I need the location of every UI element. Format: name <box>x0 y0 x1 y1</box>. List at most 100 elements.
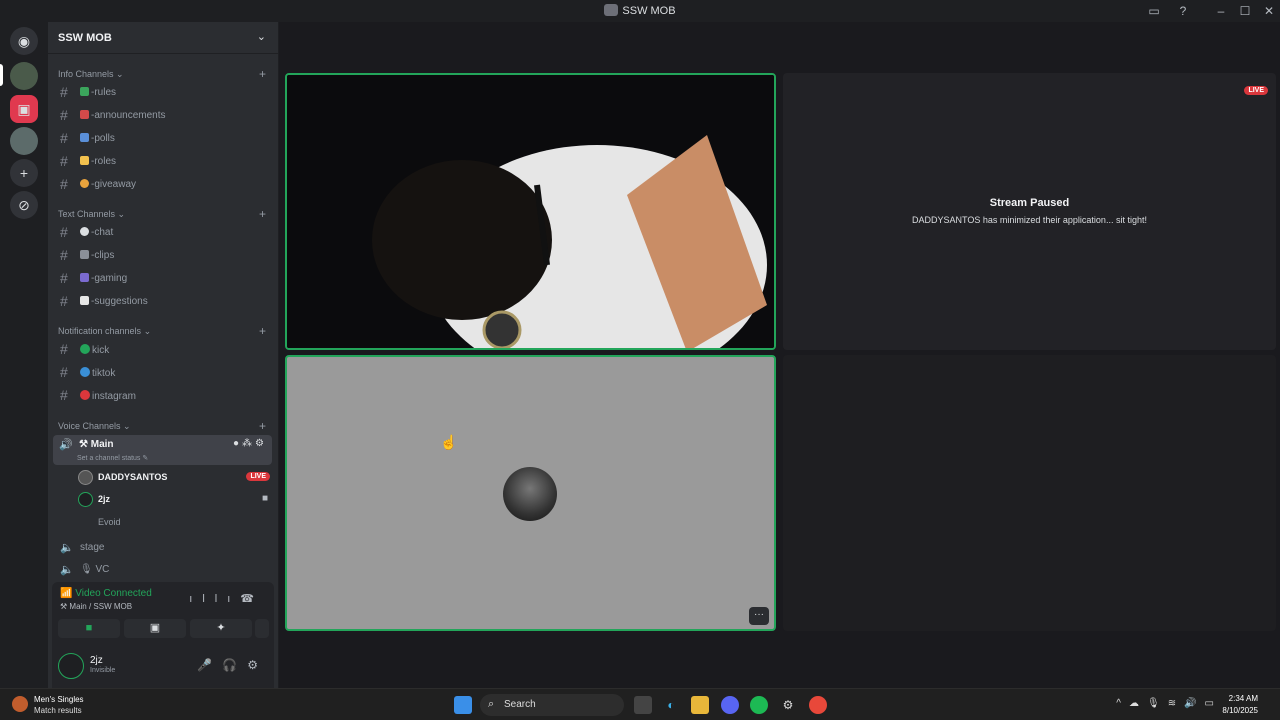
soundboard-button[interactable] <box>255 619 269 638</box>
window-title: SSW MOB <box>0 4 1280 17</box>
channel-rules[interactable]: # -rules <box>54 83 272 103</box>
channel-kick[interactable]: # kick <box>54 340 272 360</box>
stream-tile[interactable]: LIVE Stream Paused DADDYSANTOS has minim… <box>783 73 1276 350</box>
channel-announcements[interactable]: # -announcements <box>54 106 272 126</box>
microphone-icon[interactable]: 🎙 <box>1147 698 1168 709</box>
maximize-button[interactable]: ☐ <box>1234 2 1256 20</box>
more-options-button[interactable]: ··· <box>749 607 769 625</box>
hash-icon: # <box>60 293 68 309</box>
discover-icon[interactable]: ⊘ <box>10 191 38 219</box>
volume-icon[interactable]: 🔊 <box>1184 698 1204 709</box>
folder-icon <box>80 156 89 165</box>
voice-channel-vc[interactable]: 🔈 🎙 VC <box>54 560 272 580</box>
voice-channel-stage[interactable]: 🔈 stage <box>54 538 272 558</box>
hash-icon: # <box>60 84 68 100</box>
microphone-icon[interactable]: 🎤 <box>197 658 222 672</box>
speaker-icon: 🔊 <box>59 439 73 451</box>
system-tray[interactable]: ^☁🎙≋🔊▭ <box>1116 698 1222 709</box>
avatar <box>503 467 557 521</box>
category-voice[interactable]: Voice Channels ⌄ <box>58 421 131 432</box>
screen-share-button[interactable]: ▣ <box>124 619 186 638</box>
noise-suppression-icon[interactable]: ıllı <box>189 593 240 605</box>
minimize-button[interactable]: – <box>1210 2 1232 20</box>
add-channel-icon[interactable]: + <box>259 419 266 433</box>
chat-icon[interactable]: ● <box>233 438 242 449</box>
wifi-icon[interactable]: ≋ <box>1168 698 1184 709</box>
channel-gaming[interactable]: # -gaming <box>54 269 272 289</box>
chrome-icon[interactable] <box>809 696 827 714</box>
chevron-up-icon[interactable]: ^ <box>1116 698 1129 709</box>
party-face-icon <box>80 179 89 188</box>
channel-giveaway[interactable]: # -giveaway <box>54 175 272 195</box>
inbox-icon[interactable]: ▭ <box>1143 2 1165 20</box>
hammer-icon: ⚒ <box>60 602 70 611</box>
server-voice-icon[interactable] <box>10 127 38 155</box>
invite-icon[interactable]: ⁂ <box>242 438 255 449</box>
channel-instagram[interactable]: # instagram <box>54 386 272 406</box>
speech-bubble-icon <box>80 227 89 236</box>
clock[interactable]: 2:34 AM 8/10/2025 <box>1222 693 1258 717</box>
hash-icon: # <box>60 153 68 169</box>
add-channel-icon[interactable]: + <box>259 207 266 221</box>
search-box[interactable]: ⌕ Search <box>480 694 624 716</box>
add-channel-icon[interactable]: + <box>259 67 266 81</box>
cursor-hand-icon: ☝ <box>440 434 458 450</box>
camera-button[interactable]: ■ <box>58 619 120 638</box>
category-text[interactable]: Text Channels ⌄ <box>58 209 125 220</box>
disconnect-icon[interactable]: ☎ <box>240 593 264 605</box>
gear-icon[interactable]: ⚙ <box>255 438 267 449</box>
channel-clips[interactable]: # -clips <box>54 246 272 266</box>
user-status: Invisible <box>90 667 116 674</box>
category-notification[interactable]: Notification channels ⌄ <box>58 326 151 337</box>
voice-user[interactable]: DADDYSANTOS LIVE <box>76 468 272 488</box>
hash-icon: # <box>60 176 68 192</box>
hash-icon: # <box>60 224 68 240</box>
hash-icon: # <box>60 130 68 146</box>
hash-icon: # <box>60 341 68 357</box>
speaker-icon: 🔈 <box>60 564 74 576</box>
channel-tiktok[interactable]: # tiktok <box>54 363 272 383</box>
task-view-icon[interactable] <box>634 696 652 714</box>
voice-user[interactable]: 2jz ■ <box>76 490 272 510</box>
channel-roles[interactable]: # -roles <box>54 152 272 172</box>
help-icon[interactable]: ? <box>1172 2 1194 20</box>
battery-icon[interactable]: ▭ <box>1205 698 1222 709</box>
file-explorer-icon[interactable] <box>691 696 709 714</box>
discord-icon[interactable] <box>721 696 739 714</box>
server-red-icon[interactable]: ▣ <box>10 95 38 123</box>
channel-chat[interactable]: # -chat <box>54 223 272 243</box>
channel-status[interactable]: Set a channel status ✎ <box>77 454 148 462</box>
chart-icon <box>80 133 89 142</box>
edge-icon[interactable]: ◐ <box>662 696 680 714</box>
gear-icon[interactable]: ⚙ <box>247 658 268 672</box>
close-button[interactable]: ✕ <box>1258 2 1280 20</box>
username[interactable]: 2jz <box>90 655 103 666</box>
activity-button[interactable]: ✦ <box>190 619 252 638</box>
empty-tile <box>783 355 1276 631</box>
video-tile-daddysantos[interactable] <box>285 73 776 350</box>
chevron-down-icon[interactable]: ⌄ <box>257 30 266 43</box>
live-badge: LIVE <box>246 472 270 481</box>
server-header[interactable]: SSW MOB ⌄ <box>48 22 278 54</box>
channel-polls[interactable]: # -polls <box>54 129 272 149</box>
hash-icon: # <box>60 387 68 403</box>
controller-icon <box>80 273 89 282</box>
category-info[interactable]: Info Channels ⌄ <box>58 69 124 80</box>
video-tile-2jz[interactable]: ··· <box>285 355 776 631</box>
server-list: ◉ ▣ + ⊘ <box>0 22 48 688</box>
avatar[interactable] <box>58 653 84 679</box>
start-icon[interactable] <box>454 696 472 714</box>
server-logo-icon <box>604 4 619 16</box>
voice-channel-main[interactable]: 🔊 ⚒ Main Set a channel status ✎ ●⁂⚙ <box>53 435 272 465</box>
cloud-icon[interactable]: ☁ <box>1129 698 1147 709</box>
headphones-icon[interactable]: 🎧 <box>222 658 247 672</box>
webcam-feed <box>287 75 774 348</box>
channel-suggestions[interactable]: # -suggestions <box>54 292 272 312</box>
windows-taskbar: Men's Singles Match results ⌕ Search ◐ ⚙… <box>0 688 1280 720</box>
add-channel-icon[interactable]: + <box>259 324 266 338</box>
steam-icon[interactable]: ⚙ <box>779 696 797 714</box>
home-discord-icon[interactable]: ◉ <box>10 27 38 55</box>
spotify-icon[interactable] <box>750 696 768 714</box>
server-ssw-mob-icon[interactable] <box>10 62 38 90</box>
add-server-icon[interactable]: + <box>10 159 38 187</box>
